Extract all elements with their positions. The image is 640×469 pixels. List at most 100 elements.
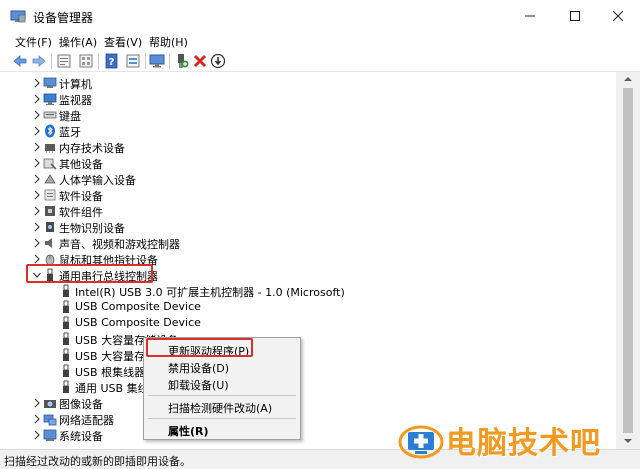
chevron-right-icon[interactable] (32, 124, 42, 138)
tree-category[interactable]: 生物识别设备 (0, 219, 616, 235)
ctx-uninstall-device[interactable]: 卸载设备(U) (168, 377, 229, 393)
network-icon (43, 414, 57, 426)
properties-icon[interactable] (56, 53, 72, 69)
close-button[interactable] (596, 0, 640, 32)
remove-icon[interactable] (192, 53, 208, 69)
keyboard-icon (43, 111, 57, 119)
tree-category[interactable]: 蓝牙 (0, 123, 616, 139)
scan-icon[interactable] (125, 53, 141, 69)
tree-item-label: 人体学输入设备 (59, 174, 136, 187)
memory-icon (45, 144, 55, 153)
tree-item-label: Intel(R) USB 3.0 可扩展主机控制器 - 1.0 (Microso… (75, 286, 345, 299)
scroll-up-arrow-icon[interactable] (624, 75, 632, 83)
help-icon[interactable]: ? (104, 53, 120, 69)
tree-item-label: 蓝牙 (59, 126, 81, 139)
menu-action[interactable]: 操作(A) (59, 34, 97, 50)
add-driver-icon[interactable] (174, 53, 190, 69)
chevron-right-icon[interactable] (32, 108, 42, 122)
tree-device[interactable]: 通用 USB 集线器 (0, 379, 616, 395)
watermark-text: 电脑技术吧 (446, 426, 601, 461)
chevron-right-icon[interactable] (32, 76, 42, 90)
chevron-right-icon[interactable] (32, 428, 42, 442)
maximize-icon (570, 11, 580, 21)
tree-item-label: 声音、视频和游戏控制器 (59, 238, 180, 251)
biometric-icon (46, 222, 54, 232)
ctx-separator (148, 395, 296, 396)
details-icon[interactable] (78, 53, 94, 69)
tree-category[interactable]: 其他设备 (0, 155, 616, 171)
chevron-right-icon[interactable] (32, 412, 42, 426)
vertical-scrollbar[interactable] (616, 72, 640, 449)
back-arrow-icon[interactable] (12, 53, 28, 69)
tree-item-label: 图像设备 (59, 398, 103, 411)
close-icon (613, 11, 623, 21)
software-device-icon (44, 189, 56, 201)
tree-category[interactable]: 人体学输入设备 (0, 171, 616, 187)
chevron-right-icon[interactable] (32, 92, 42, 106)
tree-category[interactable]: 键盘 (0, 107, 616, 123)
context-menu: 更新驱动程序(P) 禁用设备(D) 卸载设备(U) 扫描检测硬件改动(A) 属性… (143, 337, 301, 440)
toolbar-separator (169, 53, 170, 69)
tree-device[interactable]: USB Composite Device (0, 315, 616, 331)
chevron-right-icon[interactable] (32, 396, 42, 410)
ctx-scan-hardware[interactable]: 扫描检测硬件改动(A) (168, 400, 272, 416)
tree-device[interactable]: USB 大容量存储设备 (0, 347, 616, 363)
usb-icon (63, 380, 69, 393)
menu-file[interactable]: 文件(F) (15, 34, 52, 50)
chevron-right-icon[interactable] (32, 156, 42, 170)
scrollbar-thumb[interactable] (623, 88, 633, 433)
ctx-update-driver[interactable]: 更新驱动程序(P) (168, 343, 249, 359)
chevron-right-icon[interactable] (32, 236, 42, 250)
ctx-properties[interactable]: 属性(R) (168, 423, 209, 439)
ctx-disable-device[interactable]: 禁用设备(D) (168, 360, 229, 376)
tree-device[interactable]: USB Composite Device (0, 299, 616, 315)
toolbar: ? (0, 50, 640, 72)
tree-item-label: 监视器 (59, 94, 92, 107)
menu-bar: 文件(F) 操作(A) 查看(V) 帮助(H) (0, 32, 640, 50)
tree-category[interactable]: 监视器 (0, 91, 616, 107)
monitor-icon[interactable] (149, 53, 165, 69)
tree-device[interactable]: USB 根集线器(USB 3.0) (0, 363, 616, 379)
chevron-right-icon[interactable] (32, 172, 42, 186)
tree-device[interactable]: Intel(R) USB 3.0 可扩展主机控制器 - 1.0 (Microso… (0, 283, 616, 299)
chevron-down-icon[interactable] (32, 268, 42, 282)
window-title: 设备管理器 (33, 11, 94, 25)
tree-category[interactable]: 图像设备 (0, 395, 616, 411)
chevron-right-icon[interactable] (32, 188, 42, 202)
monitor-icon (43, 93, 57, 105)
usb-icon (63, 316, 69, 329)
tree-category[interactable]: 通用串行总线控制器 (0, 267, 616, 283)
download-icon[interactable] (210, 53, 226, 69)
forward-arrow-icon[interactable] (31, 53, 47, 69)
chevron-right-icon[interactable] (32, 252, 42, 266)
audio-icon (45, 238, 52, 248)
chevron-right-icon[interactable] (32, 140, 42, 154)
tree-category[interactable]: 软件设备 (0, 187, 616, 203)
camera-icon (44, 400, 56, 408)
chevron-right-icon[interactable] (32, 220, 42, 234)
tree-item-label: 其他设备 (59, 158, 103, 171)
tree-item-label: 键盘 (59, 110, 81, 123)
tree-item-label: 生物识别设备 (59, 222, 125, 235)
minimize-button[interactable] (508, 0, 552, 32)
menu-view[interactable]: 查看(V) (104, 34, 142, 50)
usb-icon (63, 300, 69, 313)
tree-item-label: 计算机 (59, 78, 92, 91)
toolbar-separator (51, 53, 52, 69)
tree-category[interactable]: 计算机 (0, 75, 616, 91)
tree-item-label: 软件组件 (59, 206, 103, 219)
minimize-icon (525, 15, 535, 17)
tree-category[interactable]: 鼠标和其他指针设备 (0, 251, 616, 267)
chevron-right-icon[interactable] (32, 204, 42, 218)
usb-icon (63, 284, 69, 297)
tree-category[interactable]: 内存技术设备 (0, 139, 616, 155)
system-icon (43, 429, 57, 441)
tree-category[interactable]: 软件组件 (0, 203, 616, 219)
maximize-button[interactable] (553, 0, 597, 32)
title-bar: 设备管理器 (0, 0, 640, 32)
tree-item-label: USB Composite Device (75, 300, 201, 313)
tree-item-label: 鼠标和其他指针设备 (59, 254, 158, 267)
menu-help[interactable]: 帮助(H) (149, 34, 188, 50)
tree-device[interactable]: USB 大容量存储设备 (0, 331, 616, 347)
tree-category[interactable]: 声音、视频和游戏控制器 (0, 235, 616, 251)
